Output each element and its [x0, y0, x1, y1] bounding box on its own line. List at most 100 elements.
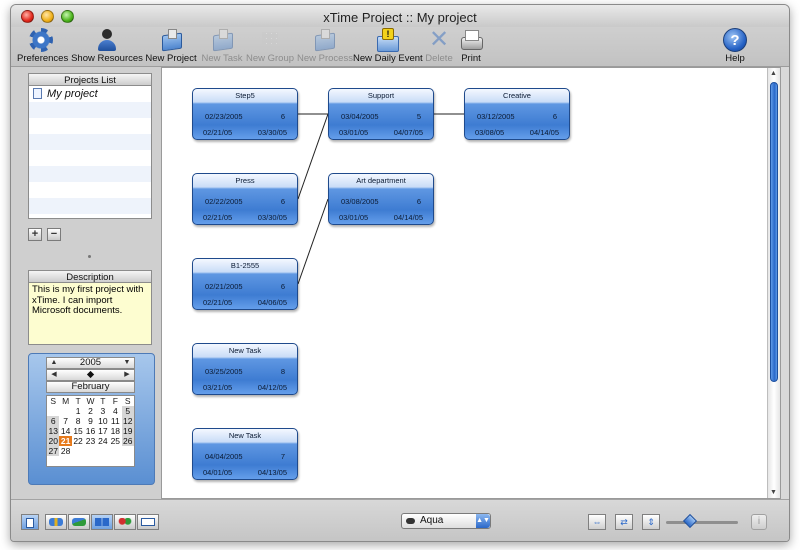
expand-horizontal-button[interactable]: ⇔: [588, 514, 606, 530]
task-node-artdept[interactable]: Art department 03/08/2005 6 03/01/05 04/14/0…: [328, 173, 434, 225]
task-node-support[interactable]: Support 03/04/2005 5 03/01/05 04/07/05: [328, 88, 434, 140]
calendar-day[interactable]: 16: [84, 426, 96, 436]
shrink-horizontal-icon: ⇄: [620, 517, 628, 527]
delete-button[interactable]: ✕ Delete: [423, 27, 455, 67]
remove-project-button[interactable]: −: [47, 228, 61, 241]
task-link-line: [297, 198, 329, 285]
new-process-button[interactable]: New Process: [297, 27, 353, 67]
view-resources-button[interactable]: [45, 514, 67, 530]
scroll-down-arrow-icon[interactable]: ▼: [770, 489, 777, 496]
view-process-button[interactable]: [91, 514, 113, 530]
scrollbar-thumb[interactable]: [770, 82, 778, 382]
new-daily-event-button[interactable]: New Daily Event: [353, 27, 423, 67]
shrink-horizontal-button[interactable]: ⇄: [615, 514, 633, 530]
preferences-button[interactable]: Preferences: [17, 27, 68, 67]
vertical-scrollbar[interactable]: ▲ ▼: [767, 68, 780, 498]
calendar-day[interactable]: 9: [84, 416, 96, 426]
month-diamond-icon[interactable]: ◆: [87, 369, 94, 380]
daily-event-icon: [375, 28, 399, 52]
calendar-day[interactable]: 14: [59, 426, 71, 436]
task-start-date: 02/21/05: [203, 213, 233, 222]
calendar-day[interactable]: 25: [109, 436, 121, 446]
resources-view-icon: [49, 518, 63, 526]
split-view-handle[interactable]: [88, 255, 91, 258]
task-start-date: 03/01/05: [339, 128, 369, 137]
calendar-day[interactable]: 20: [47, 436, 60, 446]
print-button[interactable]: Print: [455, 27, 487, 67]
year-down-arrow-icon[interactable]: ▼: [121, 358, 133, 368]
zoom-slider-knob[interactable]: [682, 513, 697, 529]
calendar-empty-cell: [109, 446, 121, 456]
calendar-grid: S M T W T F S 1 2 3 4 5 6 7 8 9 10 11 12 13 14 15 16 17 18 19 20 21…: [46, 395, 135, 467]
calendar-day[interactable]: 4: [109, 406, 121, 416]
window-title: xTime Project :: My project: [323, 10, 477, 25]
calendar-day[interactable]: 6: [47, 416, 60, 426]
calendar-day[interactable]: 21: [59, 436, 72, 446]
person-add-icon: [95, 28, 119, 52]
show-resources-button[interactable]: Show Resources: [71, 27, 143, 67]
task-end-date: 04/13/05: [257, 468, 287, 477]
view-toggle-sidebar-button[interactable]: [21, 514, 39, 530]
weekday-header: S: [124, 396, 131, 406]
task-count: 6: [280, 112, 285, 121]
task-name: New Task: [228, 431, 262, 440]
calendar-empty-cell: [47, 406, 59, 416]
view-network-button[interactable]: [68, 514, 90, 530]
year-up-arrow-icon[interactable]: ▲: [48, 358, 60, 368]
project-canvas[interactable]: ▲ ▼ Step5 02/23/2005 6 02/21/05 03/30/05 Supp…: [161, 67, 781, 499]
help-button[interactable]: ? Help: [719, 27, 751, 67]
task-start-date: 04/01/05: [203, 468, 233, 477]
sidebar-view-icon: [26, 518, 34, 528]
style-popup-value: Aqua: [420, 515, 444, 526]
project-item[interactable]: My project: [29, 86, 151, 102]
calendar-day[interactable]: 18: [109, 426, 121, 436]
calendar-day[interactable]: 10: [97, 416, 109, 426]
calendar-day[interactable]: 28: [59, 446, 71, 456]
new-project-button[interactable]: New Project: [145, 27, 197, 67]
scroll-up-arrow-icon[interactable]: ▲: [770, 70, 777, 77]
description-text[interactable]: This is my first project with xTime. I c…: [28, 283, 152, 345]
view-table-button[interactable]: [137, 514, 159, 530]
new-task-button[interactable]: New Task: [199, 27, 245, 67]
task-node-newtask1[interactable]: New Task 03/25/2005 8 03/21/05 04/12/05: [192, 343, 298, 395]
new-task-label: New Task: [201, 53, 243, 64]
calendar-day[interactable]: 27: [47, 446, 60, 456]
new-group-button[interactable]: New Group: [245, 27, 295, 67]
calendar-day[interactable]: 13: [47, 426, 60, 436]
previous-month-arrow-icon[interactable]: ◀: [48, 370, 60, 380]
task-node-b1[interactable]: B1-2555 02/21/2005 6 02/21/05 04/06/05: [192, 258, 298, 310]
calendar-day[interactable]: 11: [109, 416, 121, 426]
calendar-day[interactable]: 24: [97, 436, 109, 446]
calendar-day[interactable]: 12: [121, 416, 134, 426]
calendar-day[interactable]: 17: [97, 426, 109, 436]
calendar-day[interactable]: 3: [97, 406, 109, 416]
calendar-day[interactable]: 15: [72, 426, 84, 436]
task-node-newtask2[interactable]: New Task 04/04/2005 7 04/01/05 04/13/05: [192, 428, 298, 480]
task-start-date: 02/21/05: [203, 298, 233, 307]
calendar-day[interactable]: 19: [121, 426, 134, 436]
info-button[interactable]: i: [751, 514, 767, 530]
calendar-day[interactable]: 2: [84, 406, 96, 416]
task-node-creative[interactable]: Creative 03/12/2005 6 03/08/05 04/14/05: [464, 88, 570, 140]
month-label: February: [46, 381, 135, 393]
task-node-step5[interactable]: Step5 02/23/2005 6 02/21/05 03/30/05: [192, 88, 298, 140]
style-popup[interactable]: Aqua ▲▼: [401, 513, 491, 529]
calendar-day[interactable]: 8: [72, 416, 84, 426]
calendar-day[interactable]: 5: [121, 406, 134, 416]
task-name: Press: [235, 176, 255, 185]
projects-list[interactable]: My project: [28, 86, 152, 219]
add-project-button[interactable]: +: [28, 228, 42, 241]
month-navigator[interactable]: ◀ ◆ ▶: [46, 369, 135, 381]
calendar-day[interactable]: 22: [72, 436, 84, 446]
task-node-press[interactable]: Press 02/22/2005 6 02/21/05 03/30/05: [192, 173, 298, 225]
view-people-button[interactable]: [114, 514, 136, 530]
calendar-day[interactable]: 26: [121, 436, 134, 446]
new-project-icon: [159, 28, 183, 52]
zoom-slider[interactable]: [666, 513, 738, 529]
next-month-arrow-icon[interactable]: ▶: [121, 370, 133, 380]
calendar-day[interactable]: 7: [59, 416, 71, 426]
calendar-day[interactable]: 1: [72, 406, 84, 416]
fit-vertical-button[interactable]: ⇕: [642, 514, 660, 530]
calendar-day[interactable]: 23: [84, 436, 96, 446]
year-stepper[interactable]: ▲ 2005 ▼: [46, 357, 135, 369]
